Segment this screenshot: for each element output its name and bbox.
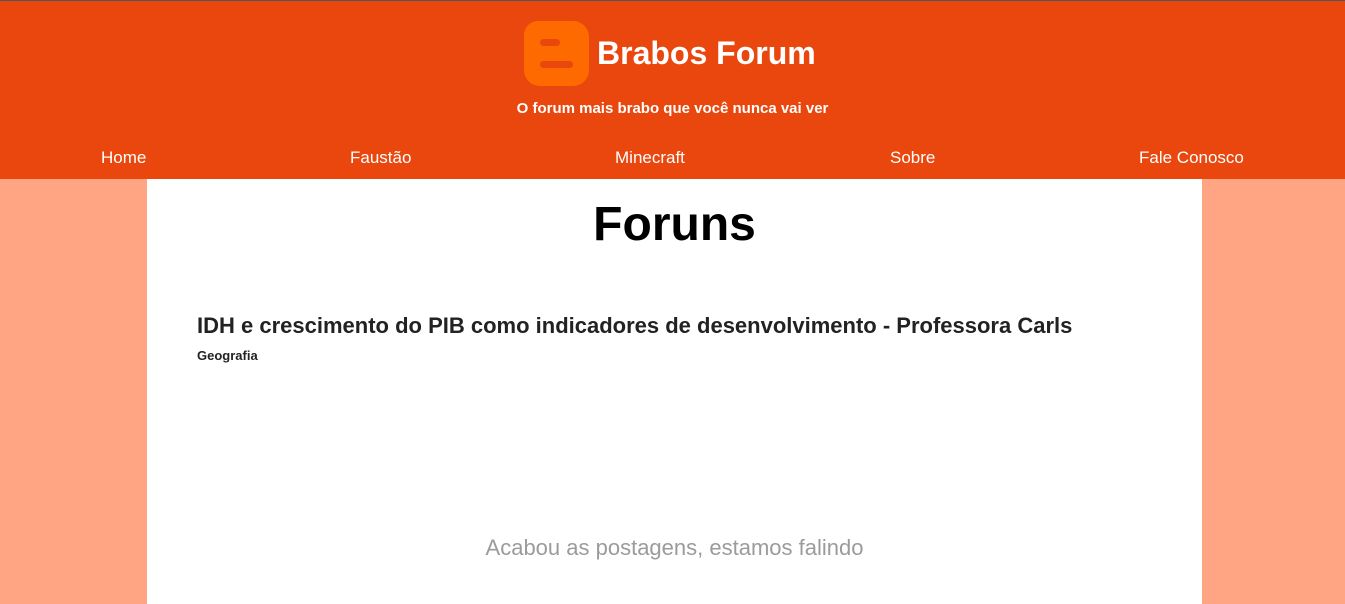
page-title: Foruns [593,198,756,251]
nav-item-minecraft[interactable]: Minecraft [615,148,685,168]
site-header: Brabos Forum O forum mais brabo que você… [0,0,1345,179]
brand[interactable]: Brabos Forum [524,20,816,86]
post-title-link[interactable]: IDH e crescimento do PIB como indicadore… [197,313,1177,339]
nav-item-faustao[interactable]: Faustão [350,148,411,168]
main-content: Foruns IDH e crescimento do PIB como ind… [147,179,1202,604]
post-category: Geografia [197,348,258,363]
no-more-posts-message: Acabou as postagens, estamos falindo [485,535,864,560]
nav-item-fale-conosco[interactable]: Fale Conosco [1139,148,1244,168]
main-nav: Home Faustão Minecraft Sobre Fale Conosc… [0,148,1345,170]
site-tagline: O forum mais brabo que você nunca vai ve… [516,100,829,117]
site-title[interactable]: Brabos Forum [597,35,816,72]
nav-item-sobre[interactable]: Sobre [890,148,935,168]
blogger-logo-icon[interactable] [524,20,589,86]
nav-item-home[interactable]: Home [101,148,146,168]
forum-post: IDH e crescimento do PIB como indicadore… [197,313,1177,363]
